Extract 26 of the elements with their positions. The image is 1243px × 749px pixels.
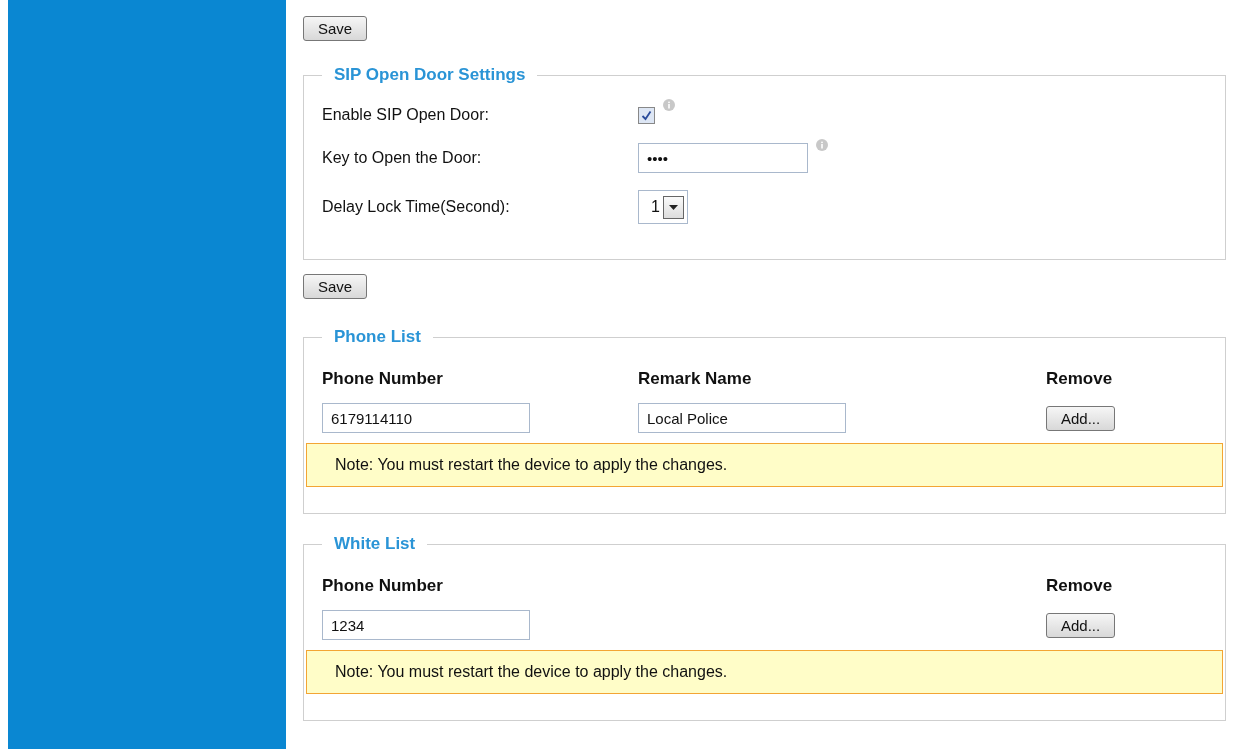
column-header: Phone Number [322, 576, 444, 596]
column-header: Phone Number [322, 369, 444, 389]
info-icon [816, 139, 828, 151]
info-icon [663, 99, 675, 111]
section-title: White List [333, 534, 417, 554]
delay-dropdown[interactable]: 1 [638, 190, 688, 224]
caret-icon [662, 195, 684, 219]
note-message: Note: You must restart the device to apply the changes. [306, 443, 1223, 487]
field-label: Enable SIP Open Door: [322, 106, 490, 124]
add-button[interactable]: Add... [1046, 612, 1116, 638]
note-message: Note: You must restart the device to apply the changes. [306, 650, 1223, 694]
remark-name-field[interactable]: Local Police [638, 403, 846, 433]
column-header: Remove [1046, 576, 1114, 596]
add-button[interactable]: Add... [1046, 405, 1116, 431]
section-title: Phone List [333, 327, 422, 347]
checkbox[interactable] [638, 106, 655, 124]
column-header: Remark Name [638, 369, 753, 389]
phone-number-field[interactable]: 1234 [322, 610, 530, 640]
save-button[interactable]: Save [303, 274, 368, 299]
column-header: Remove [1046, 369, 1114, 389]
field-label: Delay Lock Time(Second): [322, 198, 511, 216]
section-title: SIP Open Door Settings [333, 65, 527, 85]
field-label: Key to Open the Door: [322, 149, 483, 167]
phone-number-field[interactable]: 6179114110 [322, 403, 530, 433]
key-field[interactable]: •••• [638, 143, 808, 173]
save-button[interactable]: Save [303, 16, 368, 41]
